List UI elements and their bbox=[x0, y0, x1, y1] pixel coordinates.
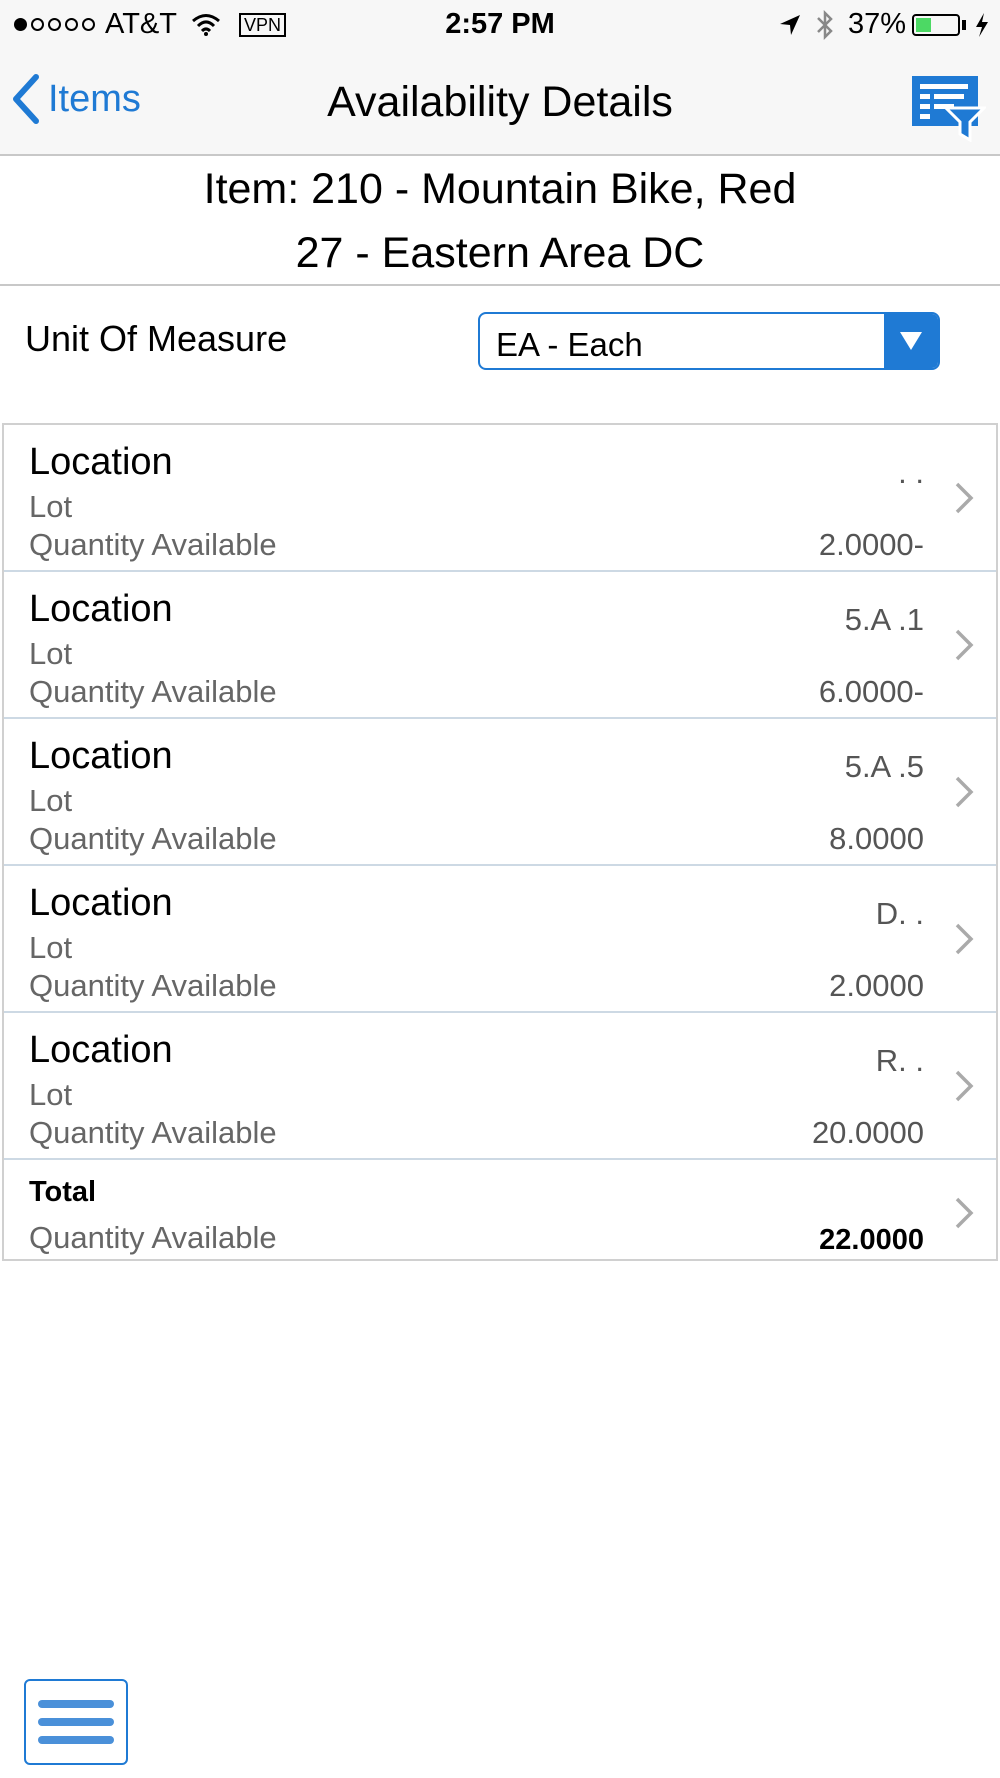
list-filter-icon[interactable] bbox=[910, 74, 986, 142]
battery-cap bbox=[962, 19, 966, 30]
list-item[interactable]: Location 5.A .1 Lot Quantity Available 6… bbox=[4, 572, 996, 719]
quantity-value: 6.0000- bbox=[818, 674, 924, 709]
list-item[interactable]: Location D. . Lot Quantity Available 2.0… bbox=[4, 866, 996, 1013]
quantity-label: Quantity Available bbox=[29, 1115, 277, 1150]
battery-percent: 37% bbox=[847, 8, 906, 40]
total-row[interactable]: Total Quantity Available 22.0000 bbox=[4, 1160, 996, 1268]
location-label: Location bbox=[29, 882, 173, 924]
uom-value: EA - Each bbox=[496, 326, 643, 363]
quantity-value: 2.0000- bbox=[818, 527, 924, 562]
item-title: Item: 210 - Mountain Bike, Red bbox=[203, 165, 797, 213]
uom-label: Unit Of Measure bbox=[25, 318, 288, 359]
lot-label: Lot bbox=[29, 636, 73, 671]
quantity-label: Quantity Available bbox=[29, 821, 277, 856]
lot-label: Lot bbox=[29, 489, 73, 524]
status-bar: AT&T VPN 2:57 PM 37% bbox=[0, 0, 1000, 50]
chevron-right-icon bbox=[955, 1197, 974, 1229]
charging-bolt-icon bbox=[976, 12, 988, 37]
location-value: 5.A .5 bbox=[844, 749, 924, 784]
menu-line bbox=[38, 1718, 114, 1726]
quantity-value: 20.0000 bbox=[811, 1115, 924, 1150]
uom-select[interactable]: EA - Each bbox=[478, 312, 940, 370]
branch-title: 27 - Eastern Area DC bbox=[295, 229, 705, 277]
list-item[interactable]: Location 5.A .5 Lot Quantity Available 8… bbox=[4, 719, 996, 866]
total-quantity-label: Quantity Available bbox=[29, 1220, 277, 1255]
quantity-value: 8.0000 bbox=[829, 821, 924, 856]
battery-icon bbox=[912, 13, 960, 36]
quantity-label: Quantity Available bbox=[29, 527, 277, 562]
location-value: 5.A .1 bbox=[844, 602, 924, 637]
hamburger-menu-button[interactable] bbox=[24, 1679, 128, 1765]
triangle-down-icon bbox=[900, 332, 922, 350]
chevron-right-icon bbox=[955, 776, 974, 808]
nav-bar: Items Availability Details bbox=[0, 50, 1000, 156]
status-right: 37% bbox=[778, 8, 990, 41]
dropdown-arrow[interactable] bbox=[884, 314, 938, 368]
page-title: Availability Details bbox=[327, 78, 673, 126]
location-label: Location bbox=[29, 1029, 173, 1071]
item-header: Item: 210 - Mountain Bike, Red 27 - East… bbox=[0, 156, 1000, 286]
availability-list: Location . . Lot Quantity Available 2.00… bbox=[2, 423, 998, 1261]
location-label: Location bbox=[29, 441, 173, 483]
quantity-label: Quantity Available bbox=[29, 968, 277, 1003]
location-label: Location bbox=[29, 735, 173, 777]
chevron-right-icon bbox=[955, 923, 974, 955]
list-item[interactable]: Location . . Lot Quantity Available 2.00… bbox=[4, 425, 996, 572]
total-label: Total bbox=[29, 1176, 97, 1208]
chevron-right-icon bbox=[955, 1070, 974, 1102]
location-value: D. . bbox=[875, 896, 924, 931]
lot-label: Lot bbox=[29, 1077, 73, 1112]
lot-label: Lot bbox=[29, 783, 73, 818]
location-arrow-icon bbox=[779, 14, 800, 35]
menu-line bbox=[38, 1700, 114, 1708]
quantity-value: 2.0000 bbox=[829, 968, 924, 1003]
menu-line bbox=[38, 1736, 114, 1744]
location-value: . . bbox=[898, 455, 924, 490]
battery-level bbox=[916, 17, 931, 32]
lot-label: Lot bbox=[29, 930, 73, 965]
total-quantity-value: 22.0000 bbox=[819, 1224, 924, 1256]
location-value: R. . bbox=[875, 1043, 924, 1078]
bluetooth-icon bbox=[817, 9, 833, 40]
chevron-right-icon bbox=[955, 482, 974, 514]
list-item[interactable]: Location R. . Lot Quantity Available 20.… bbox=[4, 1013, 996, 1160]
location-label: Location bbox=[29, 588, 173, 630]
chevron-right-icon bbox=[955, 629, 974, 661]
quantity-label: Quantity Available bbox=[29, 674, 277, 709]
